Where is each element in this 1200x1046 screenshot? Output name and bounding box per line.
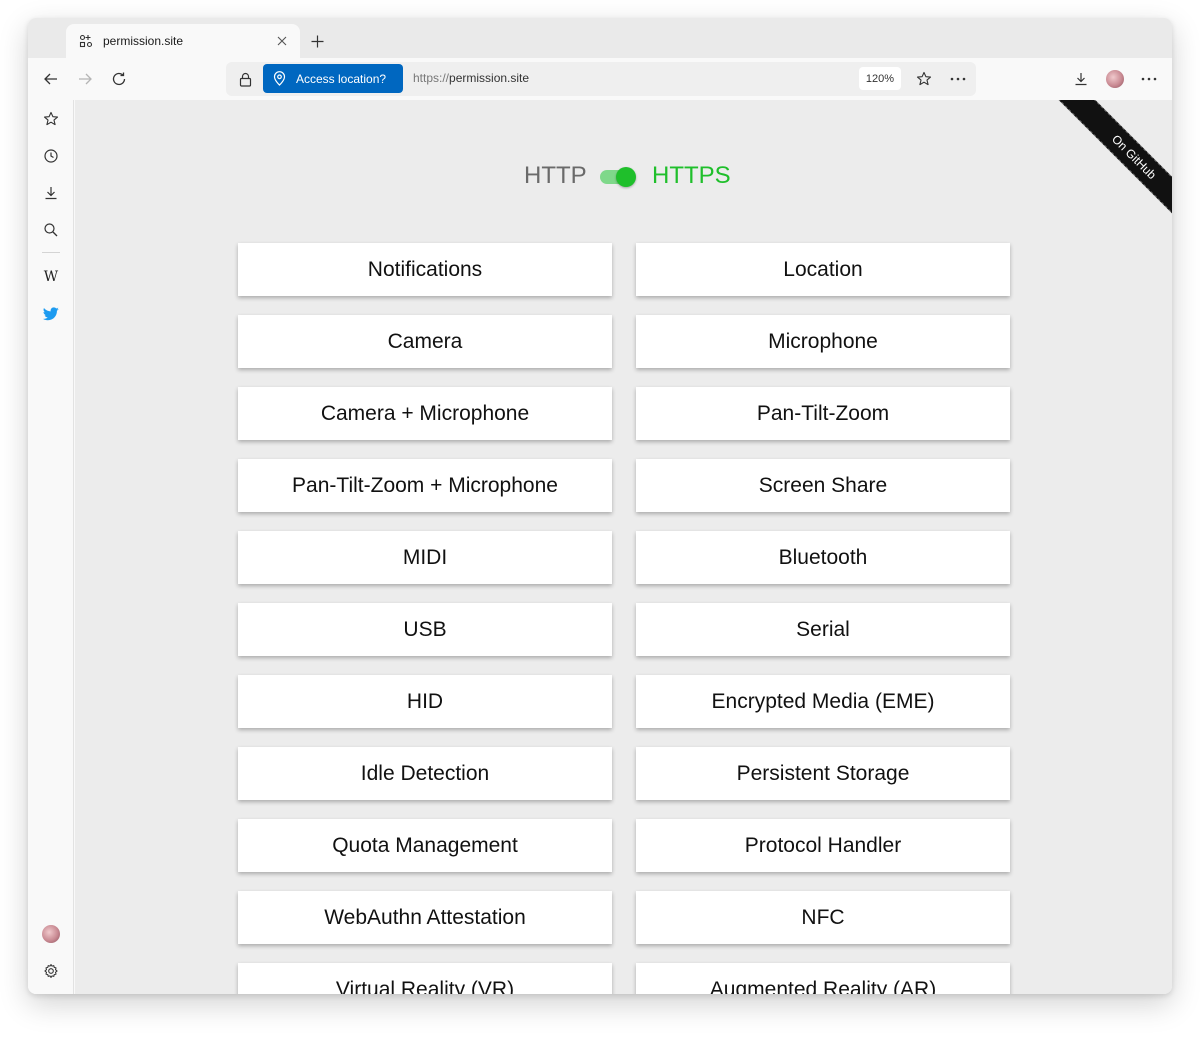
tab-strip: permission.site [28,18,1172,58]
https-label[interactable]: HTTPS [652,162,731,190]
permission-button-usb[interactable]: USB [238,603,612,656]
zoom-indicator[interactable]: 120% [859,67,901,90]
favorite-star-icon[interactable] [911,66,937,92]
gear-icon[interactable] [40,960,62,982]
downloads-button[interactable] [1066,64,1096,94]
permission-button-location[interactable]: Location [636,243,1010,296]
favorites-icon[interactable] [40,108,62,130]
github-ribbon[interactable]: On GitHub [1042,100,1172,230]
permission-button-augmented-reality-ar[interactable]: Augmented Reality (AR) [636,963,1010,994]
permission-button-persistent-storage[interactable]: Persistent Storage [636,747,1010,800]
tab-permission-site[interactable]: permission.site [66,24,300,58]
search-icon[interactable] [40,219,62,241]
http-label[interactable]: HTTP [524,162,587,190]
avatar [42,925,60,943]
back-button[interactable] [36,64,66,94]
protocol-switch: HTTP HTTPS [75,162,1172,192]
wikipedia-icon[interactable]: W [40,266,62,288]
location-pin-icon [273,71,286,86]
lock-icon[interactable] [232,66,258,92]
refresh-button[interactable] [104,64,134,94]
sidebar: W [28,100,74,994]
close-tab-icon[interactable] [274,33,290,49]
toggle-knob [616,167,636,187]
more-options-icon[interactable] [945,66,971,92]
permission-button-webauthn-attestation[interactable]: WebAuthn Attestation [238,891,612,944]
forward-button[interactable] [70,64,100,94]
page-content: HTTP HTTPS Notifications Location Camera Mi… [75,100,1172,994]
sidebar-divider [42,252,60,253]
browser-window: permission.site Access location? https:/… [28,18,1172,994]
permission-button-pan-tilt-zoom-microphone[interactable]: Pan-Tilt-Zoom + Microphone [238,459,612,512]
url-host: permission.site [449,71,530,85]
permission-button-microphone[interactable]: Microphone [636,315,1010,368]
permission-button-nfc[interactable]: NFC [636,891,1010,944]
protocol-toggle[interactable] [600,167,636,187]
sidebar-profile-avatar[interactable] [40,923,62,945]
twitter-icon[interactable] [40,303,62,325]
permission-button-camera[interactable]: Camera [238,315,612,368]
location-permission-prompt[interactable]: Access location? [263,64,403,93]
permission-button-idle-detection[interactable]: Idle Detection [238,747,612,800]
permission-button-virtual-reality-vr[interactable]: Virtual Reality (VR) [238,963,612,994]
permission-button-midi[interactable]: MIDI [238,531,612,584]
permission-button-encrypted-media-eme[interactable]: Encrypted Media (EME) [636,675,1010,728]
settings-menu-button[interactable] [1134,64,1164,94]
history-icon[interactable] [40,145,62,167]
permission-button-notifications[interactable]: Notifications [238,243,612,296]
new-tab-button[interactable] [307,31,327,51]
url-scheme: https:// [413,71,450,85]
profile-avatar[interactable] [1100,64,1130,94]
url-text[interactable]: https://permission.site [413,71,529,85]
tab-title: permission.site [103,34,184,48]
permission-button-screen-share[interactable]: Screen Share [636,459,1010,512]
permission-prompt-label: Access location? [296,71,387,86]
site-favicon-icon [78,33,94,49]
downloads-icon[interactable] [40,182,62,204]
permission-button-pan-tilt-zoom[interactable]: Pan-Tilt-Zoom [636,387,1010,440]
permission-button-camera-microphone[interactable]: Camera + Microphone [238,387,612,440]
toolbar: Access location? https://permission.site… [28,58,1172,100]
address-bar[interactable]: Access location? https://permission.site… [226,62,976,96]
permission-button-bluetooth[interactable]: Bluetooth [636,531,1010,584]
permission-button-serial[interactable]: Serial [636,603,1010,656]
avatar [1106,70,1124,88]
github-ribbon-label[interactable]: On GitHub [1054,100,1172,230]
permission-button-protocol-handler[interactable]: Protocol Handler [636,819,1010,872]
permission-button-quota-management[interactable]: Quota Management [238,819,612,872]
permission-button-hid[interactable]: HID [238,675,612,728]
